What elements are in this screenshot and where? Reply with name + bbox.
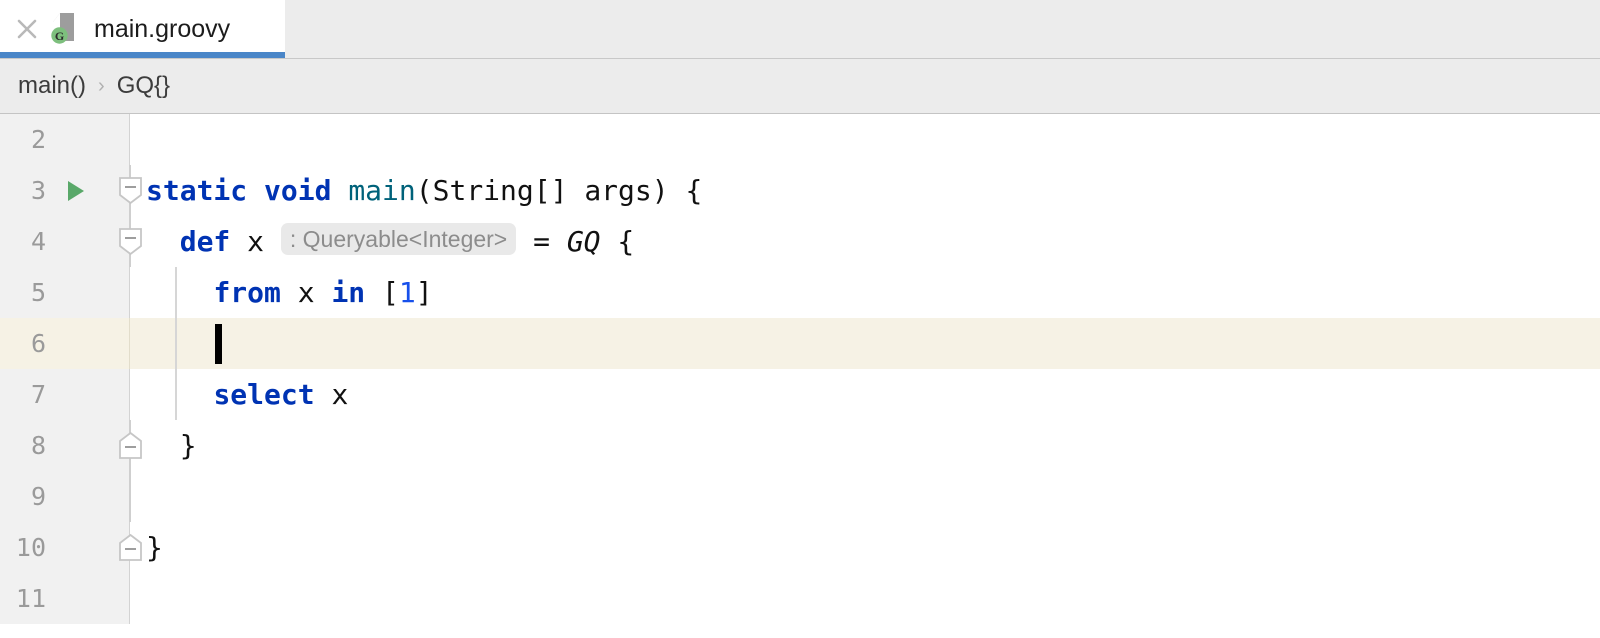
code-line-row[interactable]: 8 }	[0, 420, 1600, 471]
svg-text:G: G	[55, 29, 64, 43]
code-line-text[interactable]: static void main(String[] args) {	[146, 165, 1600, 216]
code-token: GQ	[566, 225, 601, 258]
line-number: 2	[30, 125, 46, 154]
chevron-right-icon: ›	[98, 74, 105, 97]
code-token: x	[314, 378, 349, 411]
fold-toggle-icon[interactable]	[117, 431, 144, 460]
code-token: =	[516, 225, 567, 258]
breadcrumb: main() › GQ{}	[0, 59, 1600, 114]
breadcrumb-item-main[interactable]: main()	[18, 72, 86, 100]
close-icon[interactable]	[14, 16, 40, 42]
code-token: select	[213, 378, 315, 411]
code-token: {	[600, 225, 635, 258]
code-token: }	[146, 429, 197, 462]
run-arrow-icon[interactable]	[62, 178, 88, 204]
code-token: static	[146, 174, 248, 207]
line-number: 9	[30, 482, 46, 511]
code-token: main	[348, 174, 416, 207]
code-token: def	[179, 225, 231, 258]
fold-toggle-icon[interactable]	[117, 533, 144, 562]
code-line-text[interactable]	[146, 471, 1600, 522]
indent-guide	[175, 267, 177, 318]
inlay-type-hint[interactable]: : Queryable<Integer>	[280, 223, 517, 255]
editor-tab-main-groovy[interactable]: G main.groovy	[0, 0, 285, 58]
code-line-row[interactable]: 11	[0, 573, 1600, 624]
code-line-row[interactable]: 5 from x in [1]	[0, 267, 1600, 318]
code-token: 1	[398, 276, 416, 309]
breadcrumb-item-gq[interactable]: GQ{}	[117, 72, 170, 100]
code-line-row[interactable]: 2	[0, 114, 1600, 165]
line-number: 7	[30, 380, 46, 409]
code-token: [	[365, 276, 399, 309]
code-line-text[interactable]	[146, 318, 1600, 369]
code-line-text[interactable]: from x in [1]	[146, 267, 1600, 318]
code-line-text[interactable]: def x : Queryable<Integer> = GQ {	[146, 216, 1600, 267]
code-token: from	[213, 276, 281, 309]
code-token: ]	[415, 276, 433, 309]
fold-toggle-icon[interactable]	[117, 227, 144, 256]
code-line-row[interactable]: 3 static void main(String[] args) {	[0, 165, 1600, 216]
code-line-row[interactable]: 9	[0, 471, 1600, 522]
line-number: 5	[30, 278, 46, 307]
editor-tab-label: main.groovy	[94, 14, 231, 43]
code-line-text[interactable]	[146, 114, 1600, 165]
indent-guide	[175, 369, 177, 420]
code-token: void	[264, 174, 332, 207]
code-line-row[interactable]: 4 def x : Queryable<Integer> = GQ {	[0, 216, 1600, 267]
line-number: 3	[30, 176, 46, 205]
code-lines: 2 3 static void main(String[] args) {4 def…	[0, 114, 1600, 624]
groovy-file-icon: G	[50, 11, 82, 47]
line-number: 11	[15, 584, 46, 613]
code-token: x	[230, 225, 281, 258]
active-tab-indicator	[0, 52, 285, 58]
line-number: 6	[30, 329, 46, 358]
code-line-text[interactable]	[146, 573, 1600, 624]
editor-tab-strip: G main.groovy	[0, 0, 1600, 59]
ide-window: G main.groovy main() › GQ{} 2 3 static voi…	[0, 0, 1600, 638]
indent-guide	[175, 318, 177, 369]
code-token: in	[331, 276, 366, 309]
code-line-row[interactable]: 10}	[0, 522, 1600, 573]
code-token: x	[280, 276, 332, 309]
code-line-text[interactable]: }	[146, 420, 1600, 471]
code-editor[interactable]: 2 3 static void main(String[] args) {4 def…	[0, 114, 1600, 638]
line-number: 4	[30, 227, 46, 256]
line-number: 10	[15, 533, 46, 562]
code-line-row[interactable]: 6	[0, 318, 1600, 369]
fold-toggle-icon[interactable]	[117, 176, 144, 205]
code-token: }	[146, 531, 163, 564]
code-token: (String[] args) {	[415, 174, 703, 207]
code-line-text[interactable]: }	[146, 522, 1600, 573]
line-number: 8	[30, 431, 46, 460]
code-line-text[interactable]: select x	[146, 369, 1600, 420]
code-line-row[interactable]: 7 select x	[0, 369, 1600, 420]
text-caret	[215, 324, 222, 364]
fold-region-line	[129, 471, 131, 522]
